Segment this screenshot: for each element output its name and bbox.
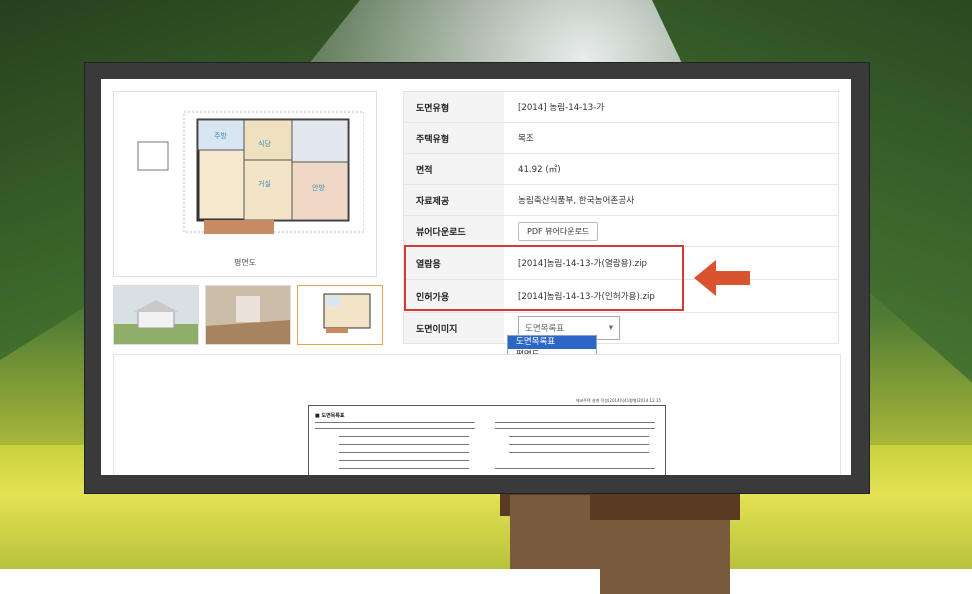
row-drawing-type: 도면유형 [2014] 농림-14-13-가 xyxy=(403,92,839,123)
image-caption: 평면도 xyxy=(233,258,257,267)
left-arrow-icon xyxy=(694,260,750,296)
drawing-list-sheet: 에코주택 설계 작성(2014)\(41평형)2014.12.15 ■ 도면목록… xyxy=(308,398,666,475)
thumbnail-interior[interactable] xyxy=(205,285,291,345)
row-value: 41.92 (㎡) xyxy=(504,154,839,184)
main-floorplan-image[interactable]: 주방 식당 거실 안방 평면도 xyxy=(113,91,377,277)
row-provider: 자료제공 농림축산식품부, 한국농어촌공사 xyxy=(403,185,839,216)
chevron-down-icon: ▾ xyxy=(608,323,613,333)
download-highlight-box xyxy=(404,245,684,311)
barn-2 xyxy=(600,520,730,594)
barn-roof-2 xyxy=(590,494,740,520)
dropdown-option[interactable]: 도면목록표 xyxy=(508,336,596,349)
floorplan-label: 거실 xyxy=(258,179,271,188)
document-preview-panel: 에코주택 설계 작성(2014)\(41평형)2014.12.15 ■ 도면목록… xyxy=(113,354,841,475)
floorplan-label: 식당 xyxy=(258,139,271,148)
floorplan-label: 주방 xyxy=(214,131,227,140)
row-viewer-download: 뷰어다운로드 PDF 뷰어다운로드 xyxy=(403,216,839,247)
sheet-title: ■ 도면목록표 xyxy=(315,413,345,419)
row-label: 자료제공 xyxy=(403,185,504,215)
row-drawing-image: 도면이미지 도면목록표 ▾ xyxy=(403,313,839,344)
row-house-type: 주택유형 목조 xyxy=(403,123,839,154)
monitor-frame: 주방 식당 거실 안방 평면도 도면유형 [2014] 농림-14-13-가 주… xyxy=(84,62,870,494)
row-value: [2014] 농림-14-13-가 xyxy=(504,92,839,122)
row-label: 도면유형 xyxy=(403,92,504,122)
pdf-viewer-download-button[interactable]: PDF 뷰어다운로드 xyxy=(518,221,599,241)
row-label: 면적 xyxy=(403,154,504,184)
thumbnail-floorplan[interactable] xyxy=(297,285,383,345)
row-label: 주택유형 xyxy=(403,123,504,153)
row-value: 농림축산식품부, 한국농어촌공사 xyxy=(504,185,839,215)
thumbnail-exterior[interactable] xyxy=(113,285,199,345)
sheet-header: 에코주택 설계 작성(2014)\(41평형)2014.12.15 xyxy=(575,398,661,403)
row-label: 뷰어다운로드 xyxy=(403,216,504,246)
floorplan-drawing: 주방 식당 거실 안방 xyxy=(137,111,364,234)
row-value: 목조 xyxy=(504,123,839,153)
row-area: 면적 41.92 (㎡) xyxy=(403,154,839,185)
select-value: 도면목록표 xyxy=(525,324,565,334)
thumbnail-strip xyxy=(113,285,389,347)
floorplan-label: 안방 xyxy=(312,183,325,192)
row-label: 도면이미지 xyxy=(403,313,504,343)
